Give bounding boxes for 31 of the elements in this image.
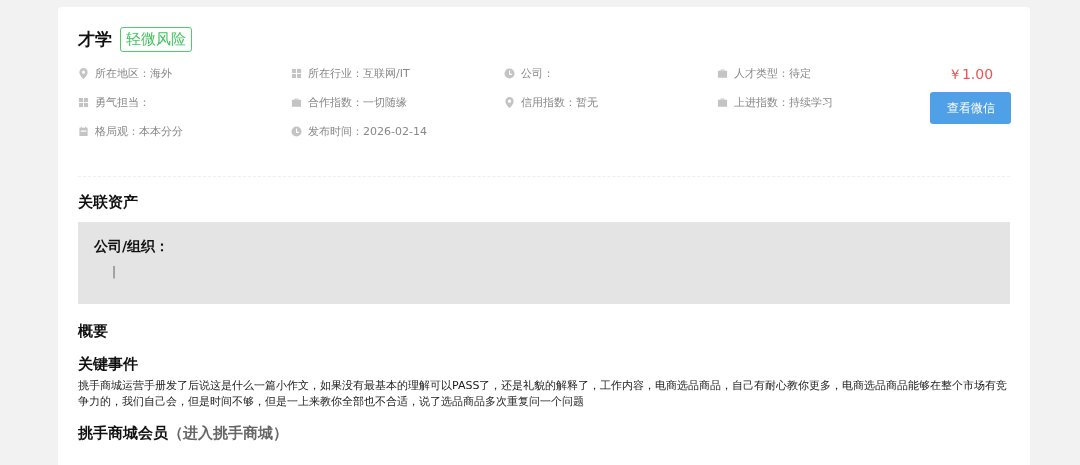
location-pin-icon xyxy=(78,67,89,79)
section-heading: 挑手商城会员 xyxy=(78,424,168,443)
info-field: 所在地区：海外 xyxy=(95,65,172,81)
info-field: 合作指数：一切随缘 xyxy=(308,94,407,110)
asset-label: 公司/组织： xyxy=(94,238,171,256)
clock-icon xyxy=(504,67,515,79)
asset-value: | xyxy=(112,265,118,279)
info-field: 人才类型：待定 xyxy=(734,65,811,81)
location-pin-icon xyxy=(504,96,515,108)
info-field: 发布时间：2026-02-14 xyxy=(308,123,427,139)
calendar-icon xyxy=(78,125,89,137)
clock-icon xyxy=(291,125,302,137)
briefcase-icon xyxy=(717,96,728,108)
price: ￥1.00 xyxy=(947,66,994,84)
briefcase-icon xyxy=(291,96,302,108)
info-field: 信用指数：暂无 xyxy=(521,94,598,110)
info-field: 所在行业：互联网/IT xyxy=(308,65,410,81)
info-field: 公司： xyxy=(521,65,554,81)
grid-icon xyxy=(291,67,302,79)
briefcase-icon xyxy=(717,67,728,79)
info-field: 格局观：本本分分 xyxy=(95,123,183,139)
grid-icon xyxy=(78,96,89,108)
section-heading: 概要 xyxy=(78,322,109,341)
info-field: 勇气担当： xyxy=(95,94,150,110)
section-heading: 关键事件 xyxy=(78,355,139,374)
event-paragraph: 挑手商城运营手册发了后说这是什么一篇小作文，如果没有最基本的理解可以PASS了，还是礼貌的解释了，工作内容，电商选品商品，自己有耐心教你更多，电商选品商品能够在整个市场有竞争力的，我们自己会，但是时间不够，但是一上来教你全部也不合适，说了选品商品多次重复问一个问题 xyxy=(78,378,1009,410)
section-heading: 关联资产 xyxy=(78,193,139,212)
risk-tag: 轻微风险 xyxy=(120,27,192,52)
info-field: 上进指数：持续学习 xyxy=(734,94,833,110)
profile-title: 才学 xyxy=(78,28,112,51)
mall-link[interactable]: （进入挑手商城） xyxy=(168,424,288,443)
